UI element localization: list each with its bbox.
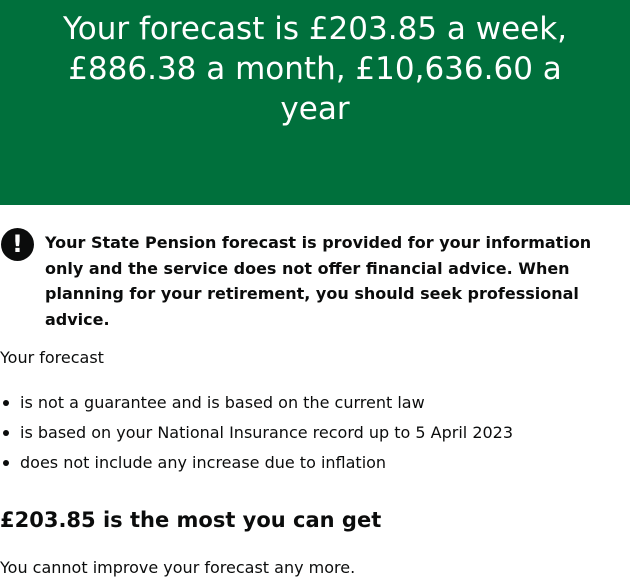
forecast-bullet-list: is not a guarantee and is based on the c…	[0, 390, 513, 480]
max-amount-heading: £203.85 is the most you can get	[0, 508, 382, 532]
list-item: is not a guarantee and is based on the c…	[0, 390, 513, 420]
exclamation-icon: !	[1, 228, 34, 261]
list-item: is based on your National Insurance reco…	[0, 420, 513, 450]
forecast-title: Your forecast is £203.85 a week, £886.38…	[62, 11, 568, 127]
forecast-intro: Your forecast	[0, 348, 104, 367]
warning-message: Your State Pension forecast is provided …	[45, 233, 592, 329]
list-item: does not include any increase due to inf…	[0, 450, 513, 480]
cannot-improve-text: You cannot improve your forecast any mor…	[0, 558, 356, 577]
forecast-panel: Your forecast is £203.85 a week, £886.38…	[0, 0, 630, 205]
